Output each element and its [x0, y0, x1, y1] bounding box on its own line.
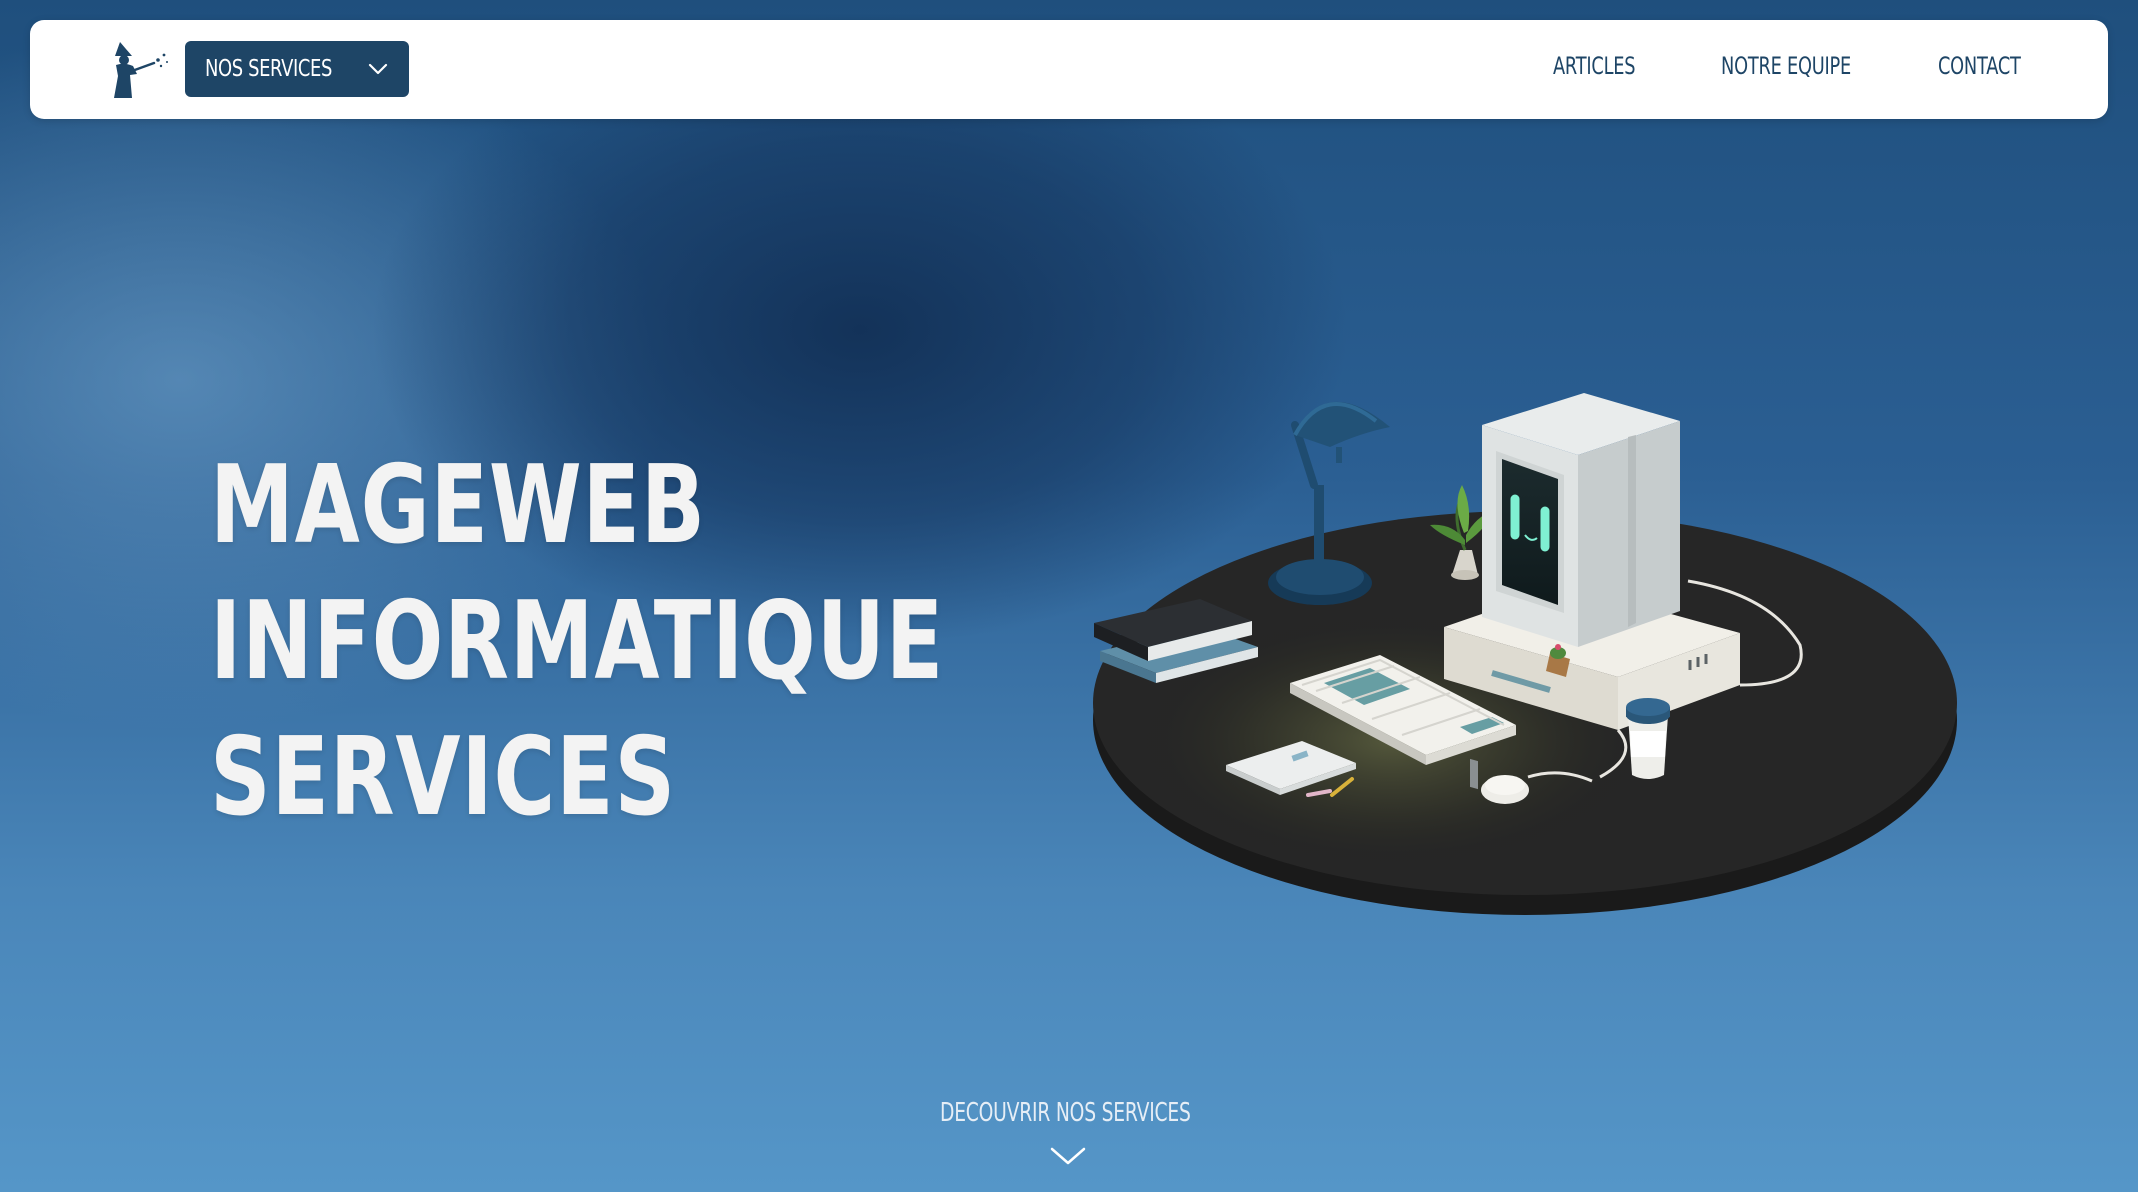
wizard-logo-icon[interactable]	[106, 38, 172, 100]
chevron-down-icon	[1050, 1146, 1086, 1166]
nav-link-contact[interactable]: CONTACT	[1938, 52, 2021, 80]
services-dropdown-button[interactable]: NOS SERVICES	[185, 41, 409, 97]
nav-link-articles[interactable]: ARTICLES	[1553, 52, 1636, 80]
chevron-down-icon	[367, 59, 389, 79]
coffee-cup-icon	[1626, 698, 1670, 779]
desk-illustration	[1080, 385, 1970, 925]
hero-title: MAGEWEB INFORMATIQUE SERVICES	[210, 438, 944, 846]
nav-link-notre-equipe[interactable]: NOTRE EQUIPE	[1721, 52, 1851, 80]
hero-title-line: SERVICES	[210, 715, 676, 840]
discover-services-label: DECOUVRIR NOS SERVICES	[940, 1098, 1191, 1128]
hero-title-line: MAGEWEB	[210, 443, 706, 568]
site-header: NOS SERVICES ARTICLES NOTRE EQUIPE CONTA…	[30, 20, 2108, 119]
hero-title-line: INFORMATIQUE	[210, 579, 945, 704]
services-dropdown-label: NOS SERVICES	[205, 56, 332, 82]
discover-services-link[interactable]: DECOUVRIR NOS SERVICES	[940, 1098, 1200, 1165]
